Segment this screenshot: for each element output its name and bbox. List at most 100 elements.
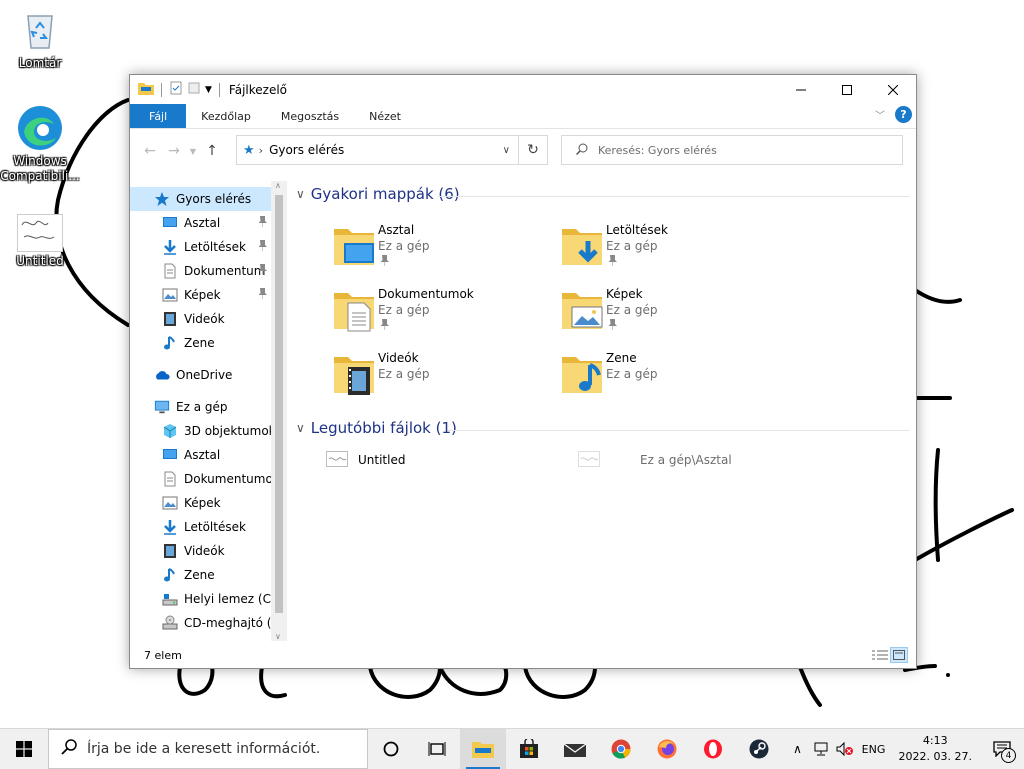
clock[interactable]: 4:13 2022. 03. 27.: [891, 733, 980, 765]
cloud-icon: [154, 367, 170, 383]
sidebar-item[interactable]: Képek: [130, 491, 287, 515]
recent-locations-button[interactable]: ▼: [186, 147, 200, 156]
taskbar-mail[interactable]: [552, 729, 598, 769]
taskbar-opera[interactable]: [690, 729, 736, 769]
start-button[interactable]: [0, 729, 48, 769]
task-view-button[interactable]: [414, 729, 460, 769]
tab-home[interactable]: Kezdőlap: [186, 104, 266, 128]
sidebar-item-label: CD-meghajtó (D: [184, 616, 281, 630]
taskbar-store[interactable]: [506, 729, 552, 769]
expand-ribbon-icon[interactable]: ﹀: [875, 107, 885, 122]
search-input[interactable]: Keresés: Gyors elérés: [561, 135, 903, 165]
collapse-chevron-icon[interactable]: ∨: [296, 187, 305, 201]
back-button[interactable]: ←: [138, 143, 162, 159]
desktop-icon-untitled[interactable]: Untitled: [0, 214, 80, 269]
sidebar-item[interactable]: Ez a gép: [130, 395, 287, 419]
sidebar-item-label: Ez a gép: [176, 400, 228, 414]
list-item[interactable]: Untitled Ez a gép\Asztal: [318, 449, 908, 471]
show-hidden-icons-button[interactable]: ∧: [787, 729, 809, 769]
file-explorer-icon: [472, 742, 494, 758]
folder-app-icon: [138, 81, 154, 98]
sidebar-item[interactable]: Helyi lemez (C:): [130, 587, 287, 611]
search-placeholder: Keresés: Gyors elérés: [598, 143, 717, 157]
address-dropdown-icon[interactable]: ∨: [503, 145, 510, 156]
close-button[interactable]: [870, 75, 916, 104]
sidebar-item[interactable]: CD-meghajtó (D: [130, 611, 287, 635]
status-bar: 7 elem: [130, 645, 916, 667]
taskbar-steam[interactable]: [736, 729, 782, 769]
folder-tile[interactable]: Letöltések Ez a gép: [558, 217, 778, 277]
mail-icon: [564, 743, 586, 757]
maximize-button[interactable]: [824, 75, 870, 104]
taskbar-search-box[interactable]: Írja be ide a keresett információt.: [48, 729, 368, 769]
group-divider: [448, 430, 910, 431]
folder-tile[interactable]: Asztal Ez a gép: [330, 217, 550, 277]
folder-location: Ez a gép: [378, 303, 430, 317]
desktop-icon-label: Lomtár: [18, 56, 62, 70]
properties-icon[interactable]: [169, 81, 183, 98]
sidebar-item[interactable]: Letöltések: [130, 515, 287, 539]
recent-files-header[interactable]: ∨ Legutóbbi fájlok (1): [296, 419, 457, 437]
cortana-button[interactable]: [368, 729, 414, 769]
sidebar-item[interactable]: Dokumentumok: [130, 467, 287, 491]
sidebar-item[interactable]: OneDrive: [130, 363, 287, 387]
language-indicator[interactable]: ENG: [857, 729, 891, 769]
pin-icon[interactable]: [258, 288, 267, 302]
scroll-down-icon[interactable]: ∨: [275, 632, 281, 641]
taskbar-file-explorer[interactable]: [460, 729, 506, 769]
up-button[interactable]: ↑: [200, 143, 224, 159]
folder-tile[interactable]: Dokumentumok Ez a gép: [330, 281, 550, 341]
scrollbar-thumb[interactable]: [275, 195, 283, 613]
desktop-folder-icon: [162, 447, 178, 463]
tab-file[interactable]: Fájl: [130, 104, 187, 128]
sidebar-item[interactable]: Videók: [130, 307, 287, 331]
content-area: Gyors elérés Asztal Letöltések Dokumentum Ké…: [130, 181, 916, 641]
sidebar-item[interactable]: Videók: [130, 539, 287, 563]
new-folder-icon[interactable]: [187, 81, 201, 98]
frequent-folders-header[interactable]: ∨ Gyakori mappák (6): [296, 185, 460, 203]
sidebar-item[interactable]: Zene: [130, 563, 287, 587]
title-bar[interactable]: ▼ Fájlkezelő: [130, 75, 916, 104]
folder-tile[interactable]: Videók Ez a gép: [330, 345, 550, 405]
navigation-pane-scrollbar[interactable]: ∧ ∨: [271, 181, 287, 641]
details-view-icon[interactable]: [872, 649, 888, 664]
breadcrumb-chevron-icon[interactable]: ›: [259, 144, 263, 157]
clock-time: 4:13: [922, 734, 948, 747]
customize-toolbar-icon[interactable]: ▼: [205, 85, 212, 95]
pictures-icon: [162, 287, 178, 303]
minimize-button[interactable]: [778, 75, 824, 104]
forward-button[interactable]: →: [162, 143, 186, 159]
desktop-icon-recycle-bin[interactable]: Lomtár: [0, 6, 80, 71]
sidebar-item[interactable]: Képek: [130, 283, 287, 307]
large-icons-view-icon[interactable]: [890, 647, 908, 663]
documents-folder-icon: [330, 285, 378, 333]
sidebar-item[interactable]: Letöltések: [130, 235, 287, 259]
help-button[interactable]: ?: [895, 106, 912, 123]
taskbar-firefox[interactable]: [644, 729, 690, 769]
folder-tile[interactable]: Képek Ez a gép: [558, 281, 778, 341]
folder-tile[interactable]: Zene Ez a gép: [558, 345, 778, 405]
sidebar-item[interactable]: Asztal: [130, 443, 287, 467]
tab-view[interactable]: Nézet: [354, 104, 416, 128]
collapse-chevron-icon[interactable]: ∨: [296, 421, 305, 435]
sidebar-item[interactable]: Zene: [130, 331, 287, 355]
volume-button[interactable]: [833, 729, 857, 769]
pin-icon[interactable]: [258, 216, 267, 230]
sidebar-item[interactable]: 3D objektumok: [130, 419, 287, 443]
address-bar[interactable]: ★ › Gyors elérés ∨: [236, 135, 519, 165]
action-center-button[interactable]: 4: [980, 729, 1024, 769]
refresh-button[interactable]: ↻: [518, 135, 548, 165]
tab-share[interactable]: Megosztás: [266, 104, 354, 128]
volume-muted-icon: [836, 742, 853, 756]
sidebar-item[interactable]: Dokumentum: [130, 259, 287, 283]
scroll-up-icon[interactable]: ∧: [275, 181, 281, 190]
desktop-icon-edge[interactable]: Windows Compatibili...: [0, 104, 80, 184]
pin-icon[interactable]: [258, 264, 267, 278]
pin-icon[interactable]: [258, 240, 267, 254]
sidebar-item[interactable]: Asztal: [130, 211, 287, 235]
sidebar-item[interactable]: Gyors elérés: [130, 187, 271, 211]
downloads-folder-icon: [558, 221, 606, 269]
taskbar-chrome[interactable]: [598, 729, 644, 769]
network-button[interactable]: [809, 729, 833, 769]
